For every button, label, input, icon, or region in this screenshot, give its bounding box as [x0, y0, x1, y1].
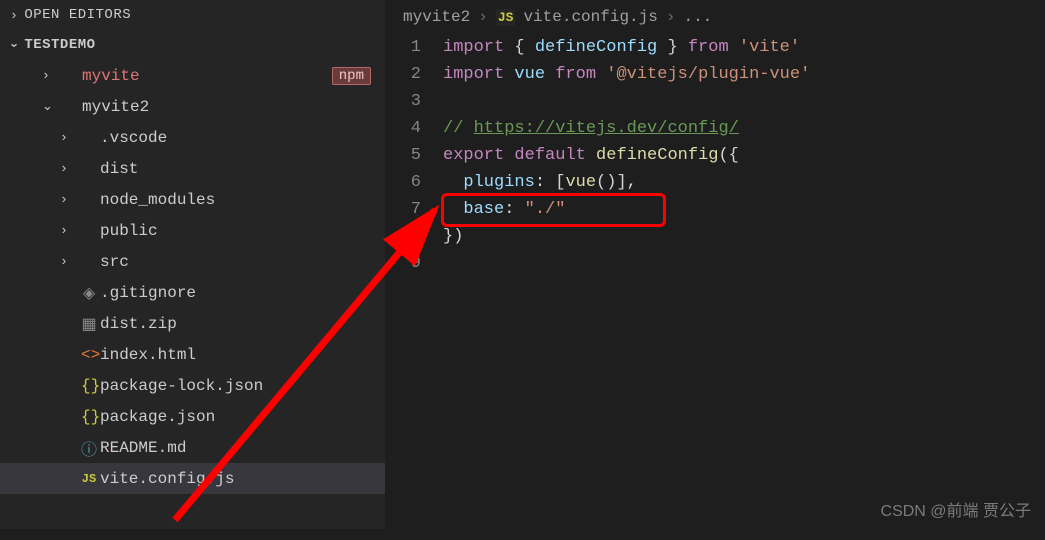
line-number: 5: [385, 142, 421, 169]
editor-pane: myvite2 › JS vite.config.js › ... 123456…: [385, 0, 1045, 529]
html-icon: <>: [78, 346, 100, 364]
js-icon: JS: [496, 9, 516, 26]
breadcrumb-part[interactable]: vite.config.js: [523, 8, 657, 26]
line-number: 9: [385, 250, 421, 277]
tree-file[interactable]: ▦dist.zip: [0, 308, 385, 339]
chevron-right-icon: ›: [60, 223, 78, 238]
line-number: 8: [385, 223, 421, 250]
sidebar: › OPEN EDITORS › TESTDEMO › myvite npm ⌄ myv…: [0, 0, 385, 529]
line-number: 7: [385, 196, 421, 223]
tree-item-label: vite.config.js: [100, 470, 234, 488]
chevron-right-icon: ›: [10, 8, 18, 23]
chevron-right-icon: ›: [478, 8, 488, 26]
chevron-right-icon: ›: [666, 8, 676, 26]
code-line[interactable]: base: "./": [443, 196, 1045, 223]
tree-folder[interactable]: ⌄ myvite2: [0, 91, 385, 122]
tree-item-label: package.json: [100, 408, 215, 426]
json-icon: {}: [78, 377, 100, 395]
chevron-right-icon: ›: [60, 192, 78, 207]
tree-item-label: .gitignore: [100, 284, 196, 302]
tree-item-label: README.md: [100, 439, 186, 457]
tree-item-label: dist: [100, 160, 138, 178]
json-icon: {}: [78, 408, 100, 426]
file-tree: › myvite npm ⌄ myvite2 › .vscode › dist › node_mod…: [0, 60, 385, 494]
tree-file[interactable]: ⓘREADME.md: [0, 432, 385, 463]
tree-item-label: myvite2: [82, 98, 149, 116]
chevron-right-icon: ›: [60, 130, 78, 145]
line-number-gutter: 123456789: [385, 34, 443, 529]
tree-file[interactable]: JSvite.config.js: [0, 463, 385, 494]
gitignore-icon: ◈: [78, 283, 100, 303]
tree-folder[interactable]: › myvite npm: [0, 60, 385, 91]
code-line[interactable]: }): [443, 223, 1045, 250]
line-number: 1: [385, 34, 421, 61]
tree-item-label: node_modules: [100, 191, 215, 209]
tree-item-label: myvite: [82, 67, 140, 85]
tree-folder[interactable]: › .vscode: [0, 122, 385, 153]
code-line[interactable]: [443, 88, 1045, 115]
line-number: 3: [385, 88, 421, 115]
breadcrumb[interactable]: myvite2 › JS vite.config.js › ...: [385, 0, 1045, 34]
code-content[interactable]: import { defineConfig } from 'vite'impor…: [443, 34, 1045, 529]
chevron-down-icon: ›: [7, 41, 22, 49]
code-line[interactable]: plugins: [vue()],: [443, 169, 1045, 196]
tree-item-label: package-lock.json: [100, 377, 263, 395]
tree-folder[interactable]: › src: [0, 246, 385, 277]
watermark-text: CSDN @前端 贾公子: [881, 497, 1031, 521]
breadcrumb-part[interactable]: ...: [683, 8, 712, 26]
open-editors-label: OPEN EDITORS: [24, 7, 131, 23]
code-line[interactable]: import { defineConfig } from 'vite': [443, 34, 1045, 61]
tree-item-label: index.html: [100, 346, 196, 364]
tree-item-label: dist.zip: [100, 315, 177, 333]
tree-file[interactable]: {}package-lock.json: [0, 370, 385, 401]
tree-file[interactable]: <>index.html: [0, 339, 385, 370]
line-number: 6: [385, 169, 421, 196]
tree-file[interactable]: ◈.gitignore: [0, 277, 385, 308]
tree-item-label: public: [100, 222, 158, 240]
code-line[interactable]: import vue from '@vitejs/plugin-vue': [443, 61, 1045, 88]
breadcrumb-part[interactable]: myvite2: [403, 8, 470, 26]
line-number: 2: [385, 61, 421, 88]
code-editor[interactable]: 123456789 import { defineConfig } from '…: [385, 34, 1045, 529]
chevron-right-icon: ›: [60, 161, 78, 176]
tree-file[interactable]: {}package.json: [0, 401, 385, 432]
project-root-header[interactable]: › TESTDEMO: [0, 30, 385, 60]
tree-folder[interactable]: › dist: [0, 153, 385, 184]
code-line[interactable]: // https://vitejs.dev/config/: [443, 115, 1045, 142]
code-line[interactable]: [443, 250, 1045, 277]
project-root-label: TESTDEMO: [24, 37, 95, 53]
npm-badge[interactable]: npm: [332, 67, 371, 85]
line-number: 4: [385, 115, 421, 142]
tree-folder[interactable]: › node_modules: [0, 184, 385, 215]
tree-folder[interactable]: › public: [0, 215, 385, 246]
chevron-right-icon: ›: [42, 68, 60, 83]
tree-item-label: .vscode: [100, 129, 167, 147]
chevron-right-icon: ›: [60, 254, 78, 269]
open-editors-header[interactable]: › OPEN EDITORS: [0, 0, 385, 30]
chevron-down-icon: ⌄: [42, 99, 60, 114]
js-icon: JS: [78, 472, 100, 486]
tree-item-label: src: [100, 253, 129, 271]
code-line[interactable]: export default defineConfig({: [443, 142, 1045, 169]
zip-icon: ▦: [78, 314, 100, 334]
info-icon: ⓘ: [78, 436, 100, 460]
